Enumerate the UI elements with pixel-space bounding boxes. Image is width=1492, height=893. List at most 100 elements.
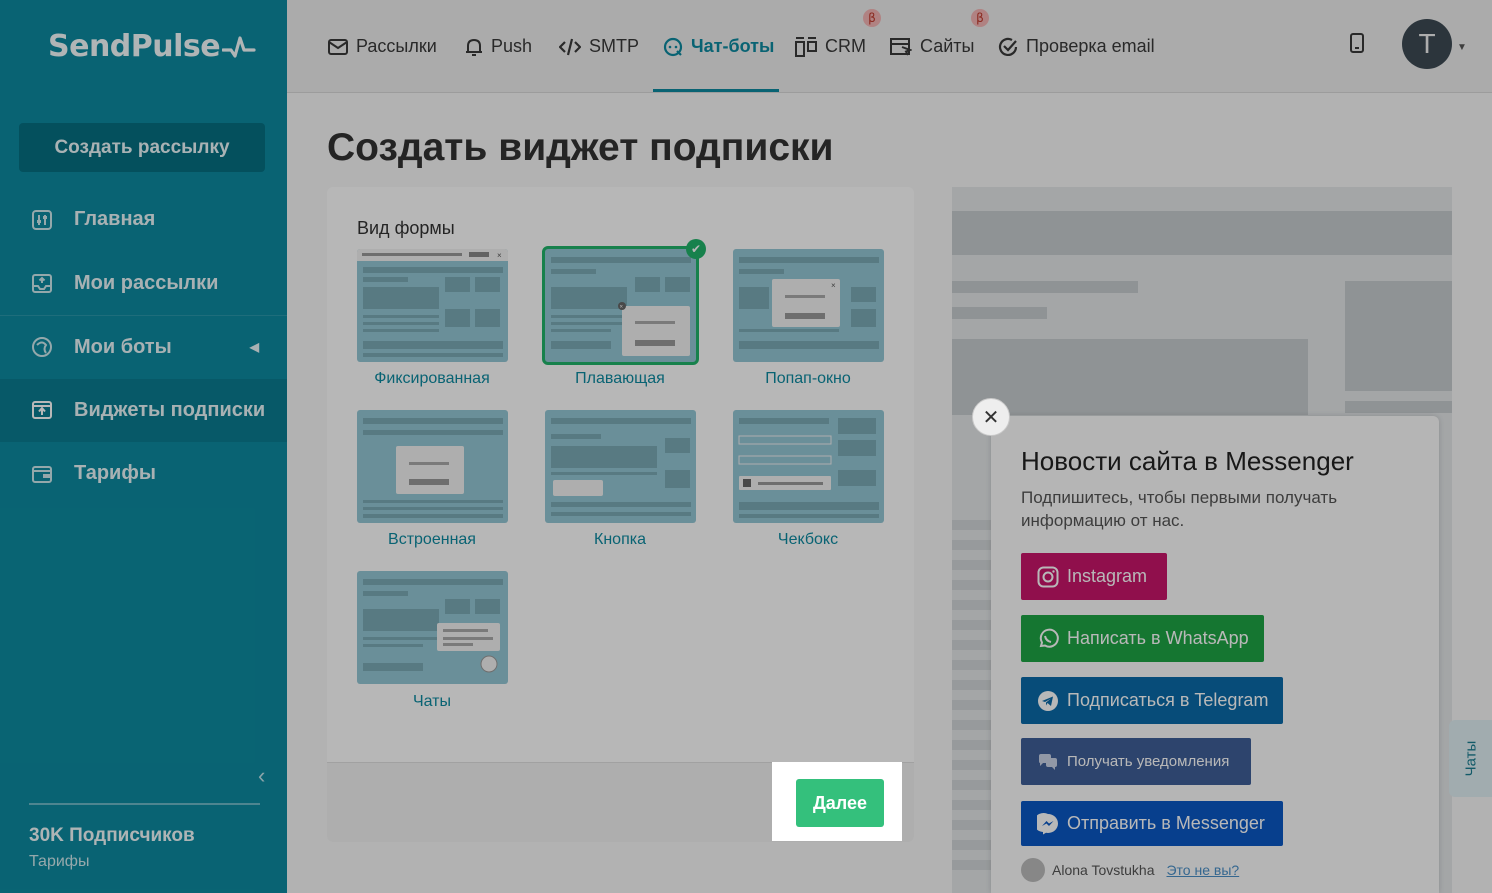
- selected-check-icon: ✔: [686, 239, 706, 259]
- code-icon: [559, 38, 581, 55]
- collapse-sidebar-icon[interactable]: ‹: [258, 763, 265, 789]
- sidebar-item-home[interactable]: Главная: [0, 188, 287, 252]
- sidebar-item-label: Тарифы: [74, 462, 156, 485]
- tile-fixed[interactable]: ×: [357, 249, 508, 362]
- button-label: Отправить в Messenger: [1067, 813, 1265, 833]
- sidebar-item-label: Мои боты: [74, 335, 172, 358]
- sidebar: SendPulse Создать рассылку Главная Мои р…: [0, 0, 287, 893]
- preview-line: [952, 780, 992, 790]
- chats-tab-label: Чаты: [1461, 740, 1479, 777]
- next-button[interactable]: Далее: [796, 779, 884, 827]
- tile-label-checkbox[interactable]: Чекбокс: [728, 531, 888, 549]
- notifications-button[interactable]: Получать уведомления: [1021, 738, 1251, 785]
- svg-text:×: ×: [831, 281, 836, 290]
- user-avatar-icon: [1021, 858, 1045, 882]
- inbox-icon: [30, 271, 54, 295]
- tile-label-button[interactable]: Кнопка: [540, 531, 700, 549]
- topnav-crm[interactable]: CRM: [795, 0, 866, 93]
- preview-line: [952, 760, 992, 770]
- svg-text:×: ×: [497, 251, 502, 260]
- instagram-icon: [1037, 566, 1059, 587]
- floating-form-thumbnail: ×: [551, 257, 691, 356]
- preview-line: [952, 740, 992, 750]
- mail-icon: [328, 38, 348, 55]
- sites-beta-badge: β: [971, 9, 989, 27]
- button-label: Получать уведомления: [1067, 753, 1230, 770]
- tile-label-embedded[interactable]: Встроенная: [352, 531, 512, 549]
- preview-line: [952, 540, 992, 550]
- messenger-button[interactable]: Отправить в Messenger: [1021, 801, 1283, 846]
- sidebar-nav: Главная Мои рассылки Мои боты ◀ Виджеты …: [0, 188, 287, 506]
- form-type-label: Вид формы: [357, 218, 455, 238]
- active-tab-indicator: [653, 89, 779, 92]
- site-icon: [890, 37, 912, 55]
- tile-label-chats[interactable]: Чаты: [352, 693, 512, 711]
- topnav-label: Сайты: [920, 36, 975, 56]
- topnav-sites[interactable]: Сайты: [890, 0, 974, 93]
- tile-checkbox[interactable]: [733, 410, 884, 523]
- tariffs-link[interactable]: Тарифы: [29, 853, 260, 871]
- instagram-button[interactable]: Instagram: [1021, 553, 1167, 600]
- sidebar-item-widgets[interactable]: Виджеты подписки: [0, 378, 287, 442]
- whatsapp-button[interactable]: Написать в WhatsApp: [1021, 615, 1264, 662]
- preview-line: [952, 660, 992, 670]
- tile-label-fixed[interactable]: Фиксированная: [352, 370, 512, 388]
- sidebar-item-tariffs[interactable]: Тарифы: [0, 442, 287, 506]
- preview-line: [952, 860, 992, 870]
- topnav-label: Проверка email: [1026, 36, 1155, 56]
- create-campaign-button[interactable]: Создать рассылку: [19, 123, 265, 172]
- sidebar-item-campaigns[interactable]: Мои рассылки: [0, 252, 287, 316]
- preview-line: [952, 281, 1138, 293]
- preview-line: [952, 680, 992, 690]
- close-icon[interactable]: ✕: [972, 398, 1010, 436]
- topnav-chatbots[interactable]: Чат-боты: [663, 0, 774, 93]
- topnav-label: Push: [491, 36, 533, 56]
- user-avatar[interactable]: T: [1402, 19, 1452, 69]
- topnav-smtp[interactable]: SMTP: [559, 0, 639, 93]
- check-icon: [998, 37, 1018, 56]
- embedded-form-thumbnail: [363, 418, 503, 518]
- telegram-icon: [1038, 690, 1058, 711]
- topnav-push[interactable]: Push: [465, 0, 532, 93]
- chats-form-thumbnail: [363, 579, 503, 673]
- button-label: Подписаться в Telegram: [1067, 690, 1269, 710]
- sidebar-item-label: Виджеты подписки: [74, 398, 266, 421]
- messenger-icon: [1037, 812, 1058, 834]
- sliders-icon: [30, 208, 54, 232]
- tile-chats[interactable]: [357, 571, 508, 684]
- whatsapp-icon: [1039, 628, 1059, 648]
- button-form-thumbnail: [551, 418, 691, 516]
- preview-header-block: [952, 211, 1452, 255]
- tile-button[interactable]: [545, 410, 696, 523]
- preview-side-block: [1345, 281, 1452, 391]
- tile-label-floating[interactable]: Плавающая: [540, 370, 700, 388]
- preview-line: [952, 307, 1047, 319]
- tile-floating[interactable]: ×: [542, 246, 699, 365]
- mobile-icon[interactable]: [1350, 33, 1364, 58]
- tile-label-popup[interactable]: Попап-окно: [728, 370, 888, 388]
- pulse-icon: [222, 35, 256, 58]
- tile-popup[interactable]: ×: [733, 249, 884, 362]
- topnav-campaigns[interactable]: Рассылки: [328, 0, 437, 93]
- topnav-label: SMTP: [589, 36, 640, 56]
- preview-line: [952, 560, 992, 570]
- chevron-down-icon[interactable]: ▼: [1457, 42, 1467, 53]
- checkbox-form-thumbnail: [738, 418, 879, 518]
- preview-line: [952, 840, 992, 850]
- crm-beta-badge: β: [863, 9, 881, 27]
- telegram-button[interactable]: Подписаться в Telegram: [1021, 677, 1283, 724]
- button-label: Instagram: [1067, 566, 1148, 586]
- widget-icon: [30, 398, 54, 422]
- svg-text:×: ×: [620, 305, 624, 311]
- sidebar-item-bots[interactable]: Мои боты ◀: [0, 315, 287, 379]
- user-name: Alona Tovstukha: [1052, 862, 1155, 878]
- topnav-email-check[interactable]: Проверка email: [998, 0, 1155, 93]
- chats-side-tab[interactable]: Чаты: [1449, 720, 1492, 797]
- preview-line: [952, 580, 992, 590]
- tile-embedded[interactable]: [357, 410, 508, 523]
- preview-line: [952, 820, 992, 830]
- not-you-link[interactable]: Это не вы?: [1166, 862, 1239, 878]
- popup-form-thumbnail: ×: [739, 257, 879, 349]
- sendpulse-logo[interactable]: SendPulse: [48, 29, 256, 64]
- sidebar-footer: 30K Подписчиков Тарифы: [29, 803, 260, 871]
